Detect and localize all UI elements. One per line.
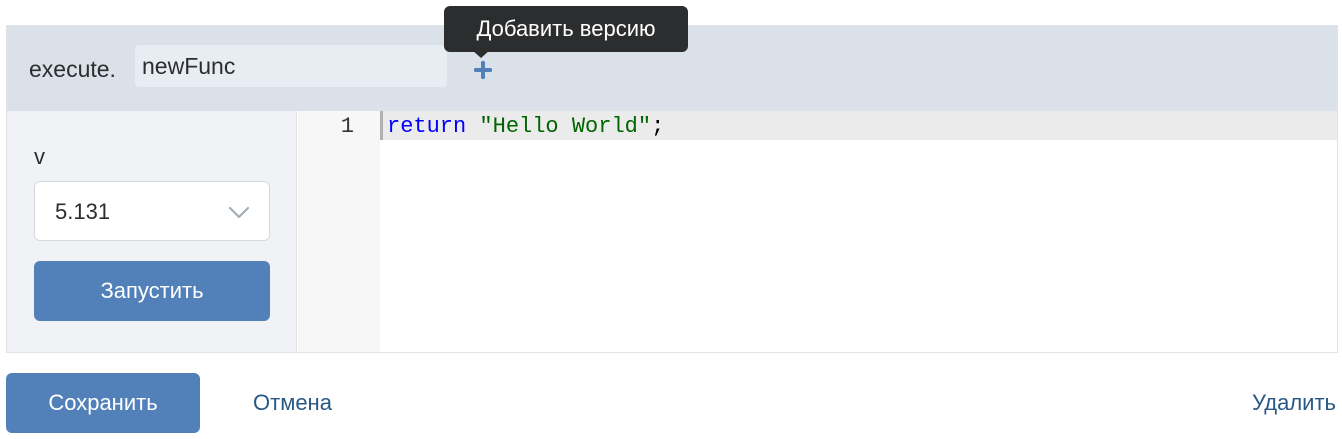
save-button[interactable]: Сохранить bbox=[6, 373, 200, 433]
code-keyword: return bbox=[387, 114, 467, 139]
version-select-value: 5.131 bbox=[55, 199, 111, 224]
version-label: v bbox=[34, 144, 45, 169]
chevron-down-icon bbox=[227, 202, 251, 222]
add-version-button[interactable] bbox=[471, 58, 495, 82]
code-string: "Hello World" bbox=[479, 114, 652, 139]
run-button[interactable]: Запустить bbox=[34, 261, 270, 321]
active-code-line[interactable]: return "Hello World"; bbox=[380, 111, 1337, 140]
delete-link[interactable]: Удалить bbox=[1252, 390, 1336, 416]
function-panel: execute. v 5.131 Запустить 1 return "H bbox=[6, 25, 1338, 353]
add-version-tooltip: Добавить версию bbox=[444, 6, 688, 52]
version-sidebar: v 5.131 Запустить bbox=[7, 111, 297, 352]
function-name-input[interactable] bbox=[135, 45, 447, 87]
cancel-link[interactable]: Отмена bbox=[253, 390, 332, 416]
code-terminator: ; bbox=[651, 114, 665, 139]
method-prefix: execute. bbox=[29, 56, 116, 82]
line-number: 1 bbox=[340, 114, 354, 139]
line-gutter: 1 bbox=[298, 111, 380, 352]
version-select[interactable]: 5.131 bbox=[34, 181, 270, 241]
code-text: return "Hello World"; bbox=[387, 114, 664, 140]
plus-icon bbox=[474, 61, 492, 79]
code-editor[interactable]: 1 return "Hello World"; bbox=[298, 111, 1337, 352]
text-cursor bbox=[380, 111, 383, 140]
tooltip-arrow bbox=[472, 50, 490, 58]
